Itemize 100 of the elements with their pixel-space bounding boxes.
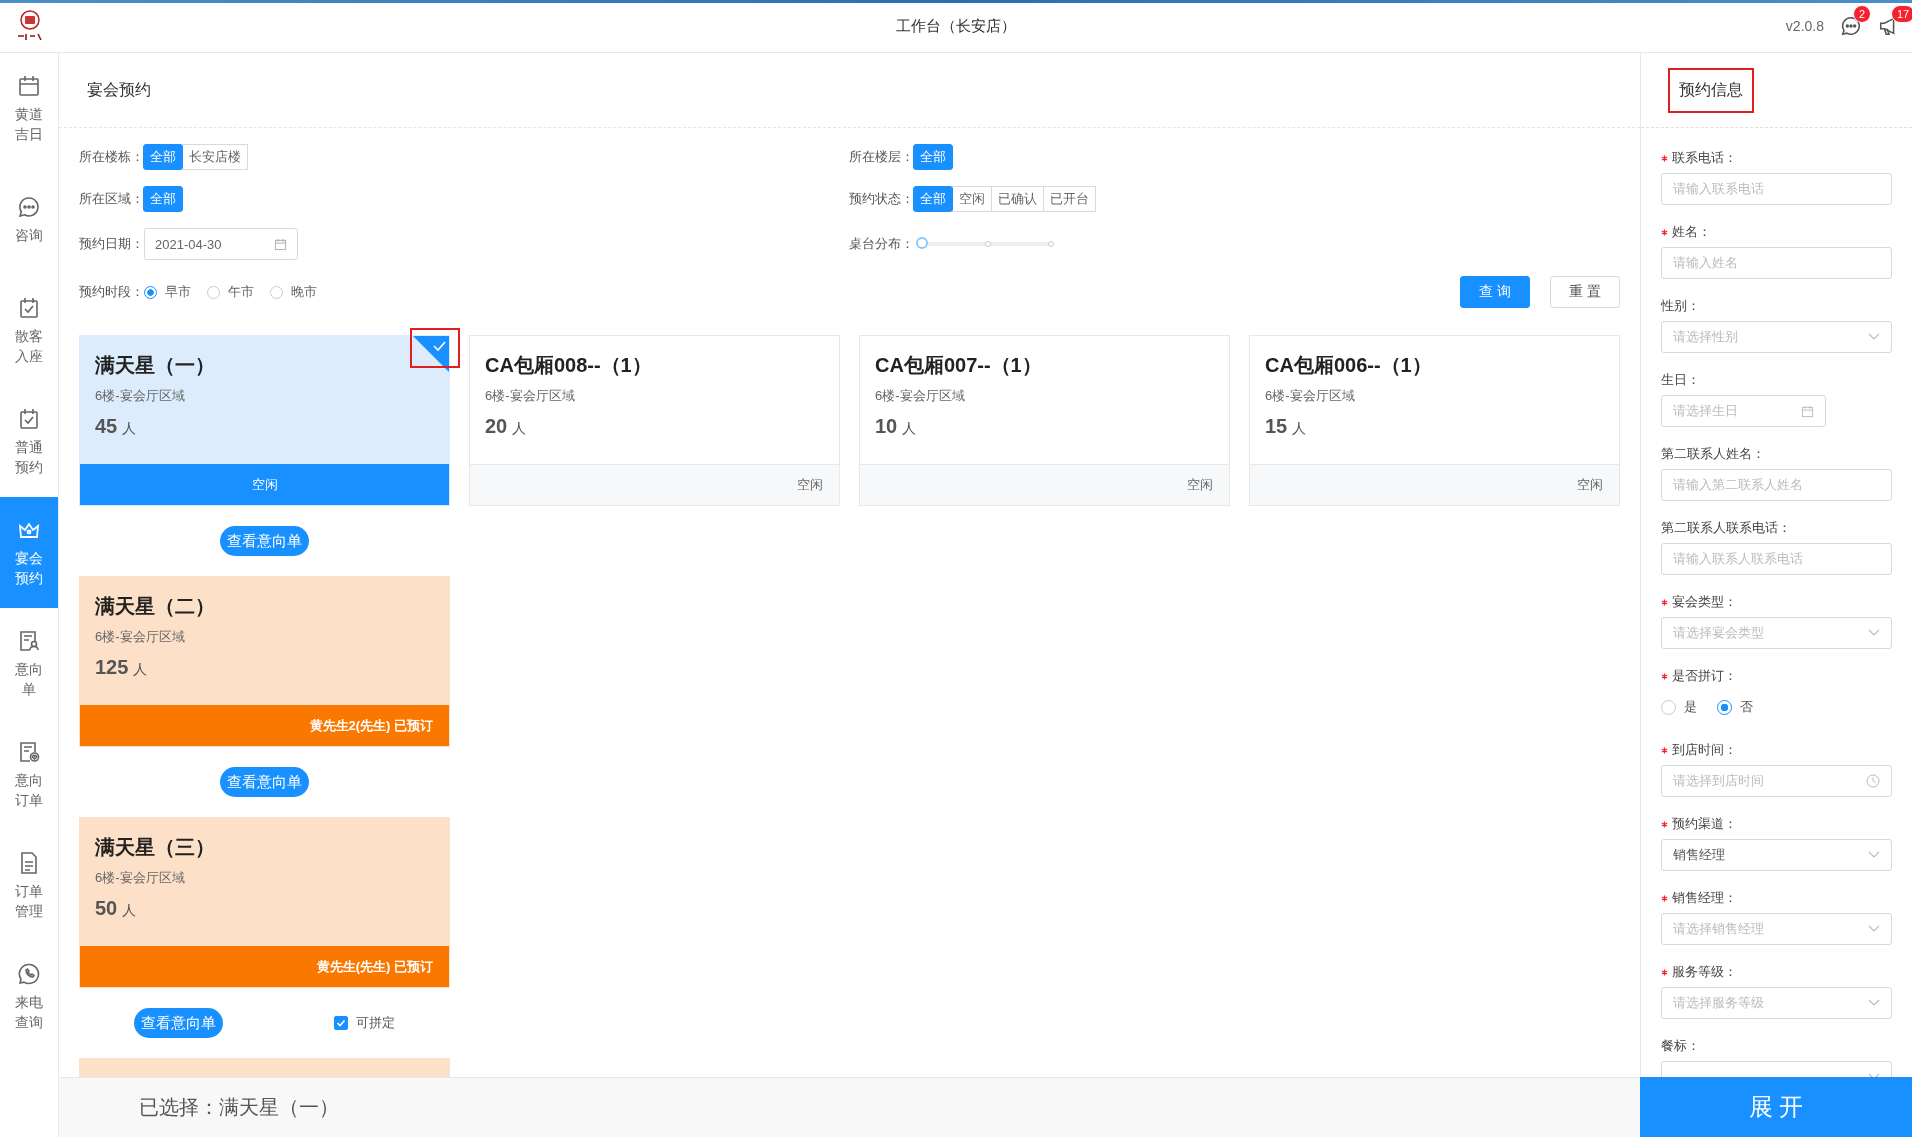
radio-option[interactable]: 早市 (144, 283, 191, 301)
sidebar-item[interactable]: 普通预约 (0, 386, 58, 497)
sidebar-item[interactable]: 意向单 (0, 608, 58, 719)
filter-label: 所在楼层： (849, 148, 914, 166)
room-card[interactable]: CA包厢007--（1） 6楼-宴会厅区域 10 人 空闲 (859, 335, 1230, 506)
room-card[interactable]: CA包厢006--（1） 6楼-宴会厅区域 15 人 空闲 (1249, 335, 1620, 506)
radio-option[interactable]: 午市 (207, 283, 254, 301)
filter-option[interactable]: 已开台 (1043, 186, 1096, 212)
sidebar-item[interactable]: 意向订单 (0, 719, 58, 830)
check-icon (334, 1017, 347, 1029)
filter-option[interactable]: 全部 (143, 186, 183, 212)
field-label: 联系电话： (1672, 150, 1737, 165)
field-label: 预约渠道： (1672, 816, 1737, 831)
panel-title: 预约信息 (1668, 67, 1754, 113)
view-intent-button[interactable]: 查看意向单 (134, 1008, 224, 1038)
radio-option[interactable]: 是 (1661, 698, 1697, 716)
chevron-down-icon (1868, 629, 1880, 637)
filter-label: 预约时段： (79, 283, 144, 301)
field-label: 第二联系人姓名： (1661, 446, 1765, 461)
room-name: 满天星（一） (95, 353, 215, 377)
calendar-icon (17, 73, 41, 98)
room-area: 6楼-宴会厅区域 (1265, 387, 1355, 405)
room-card[interactable]: 满天星（一） 6楼-宴会厅区域 45 人 空闲 (79, 335, 450, 506)
date-field[interactable]: 2021-04-30 (144, 228, 298, 260)
room-status: 黄先生(先生) 已预订 (80, 946, 449, 987)
room-name: CA包厢007--（1） (875, 353, 1042, 377)
view-intent-button[interactable]: 查看意向单 (220, 767, 309, 797)
filter-option[interactable]: 已确认 (991, 186, 1044, 212)
document-heart-icon (17, 739, 41, 764)
room-card[interactable]: 满天星（三） 6楼-宴会厅区域 50 人 黄先生(先生) 已预订 (79, 817, 450, 988)
field-label: 服务等级： (1672, 964, 1737, 979)
room-capacity: 15 人 (1265, 415, 1307, 438)
room-status: 空闲 (470, 464, 839, 505)
filter-label: 预约日期： (79, 235, 144, 253)
room-card[interactable]: CA包厢008--（1） 6楼-宴会厅区域 20 人 空闲 (469, 335, 840, 506)
sidebar-item[interactable]: 散客入座 (0, 275, 58, 386)
sidebar-item[interactable]: 咨询 (0, 164, 58, 275)
room-capacity: 20 人 (485, 415, 527, 438)
chevron-down-icon (1868, 851, 1880, 859)
room-area: 6楼-宴会厅区域 (95, 387, 185, 405)
room-area: 6楼-宴会厅区域 (95, 869, 185, 887)
field-label: 生日： (1661, 372, 1700, 387)
filter-option[interactable]: 空闲 (952, 186, 992, 212)
expand-button[interactable]: 展 开 (1640, 1077, 1912, 1137)
filter-option[interactable]: 全部 (913, 186, 953, 212)
room-status: 黄先生2(先生) 已预订 (80, 705, 449, 746)
filter-label: 所在楼栋： (79, 148, 144, 166)
document-person-icon (17, 628, 41, 653)
room-card[interactable]: 满天星（二） 6楼-宴会厅区域 125 人 黄先生2(先生) 已预订 (79, 576, 450, 747)
notification-badge: 17 (1891, 5, 1912, 23)
field-label: 第二联系人联系电话： (1661, 520, 1791, 535)
phone-icon (17, 961, 41, 986)
sidebar-item[interactable]: 来电查询 (0, 941, 58, 1052)
chat-icon (17, 194, 41, 219)
calendar-check-icon (17, 406, 41, 431)
filter-label: 所在区域： (79, 190, 144, 208)
filter-label: 预约状态： (849, 190, 914, 208)
search-button[interactable]: 查 询 (1460, 276, 1531, 308)
room-name: 满天星（二） (95, 594, 215, 618)
room-status: 空闲 (80, 464, 449, 505)
chevron-down-icon (1868, 333, 1880, 341)
sidebar-item[interactable]: 黄道吉日 (0, 53, 58, 164)
room-status: 空闲 (1250, 464, 1619, 505)
room-name: 满天星（三） (95, 835, 215, 859)
room-status: 空闲 (860, 464, 1229, 505)
field-label: 宴会类型： (1672, 594, 1737, 609)
room-area: 6楼-宴会厅区域 (875, 387, 965, 405)
notification-badge: 2 (1853, 5, 1872, 23)
room-capacity: 125 人 (95, 656, 148, 679)
filter-option[interactable]: 长安店楼 (182, 144, 248, 170)
select-field[interactable]: 销售经理 (1661, 839, 1892, 871)
room-capacity: 45 人 (95, 415, 137, 438)
mergeable-checkbox[interactable]: 可拼定 (333, 1014, 395, 1032)
check-corner-icon (413, 336, 449, 372)
filter-option[interactable]: 全部 (913, 144, 953, 170)
calendar-icon (274, 237, 287, 251)
field-label: 销售经理： (1672, 890, 1737, 905)
page-title: 宴会预约 (87, 79, 151, 100)
version-label: v2.0.8 (1785, 18, 1824, 34)
room-name: CA包厢006--（1） (1265, 353, 1432, 377)
field-label: 餐标： (1661, 1038, 1700, 1053)
clock-icon (1866, 774, 1880, 788)
calendar-icon (1801, 404, 1814, 418)
reset-button[interactable]: 重 置 (1550, 276, 1620, 308)
field-label: 是否拼订： (1672, 668, 1737, 683)
field-label: 到店时间： (1672, 742, 1737, 757)
filter-option[interactable]: 全部 (143, 144, 183, 170)
filter-label: 桌台分布： (849, 235, 914, 253)
radio-option[interactable]: 否 (1717, 698, 1753, 716)
room-capacity: 10 人 (875, 415, 917, 438)
sidebar-item[interactable]: 订单管理 (0, 830, 58, 941)
room-capacity: 50 人 (95, 897, 137, 920)
room-name: CA包厢008--（1） (485, 353, 652, 377)
view-intent-button[interactable]: 查看意向单 (220, 526, 309, 556)
window-title: 工作台（长安店） (896, 16, 1016, 34)
room-area: 6楼-宴会厅区域 (485, 387, 575, 405)
calendar-check-icon (17, 295, 41, 320)
sidebar-item[interactable]: 宴会预约 (0, 497, 58, 608)
room-area: 6楼-宴会厅区域 (95, 628, 185, 646)
radio-option[interactable]: 晚市 (270, 283, 317, 301)
